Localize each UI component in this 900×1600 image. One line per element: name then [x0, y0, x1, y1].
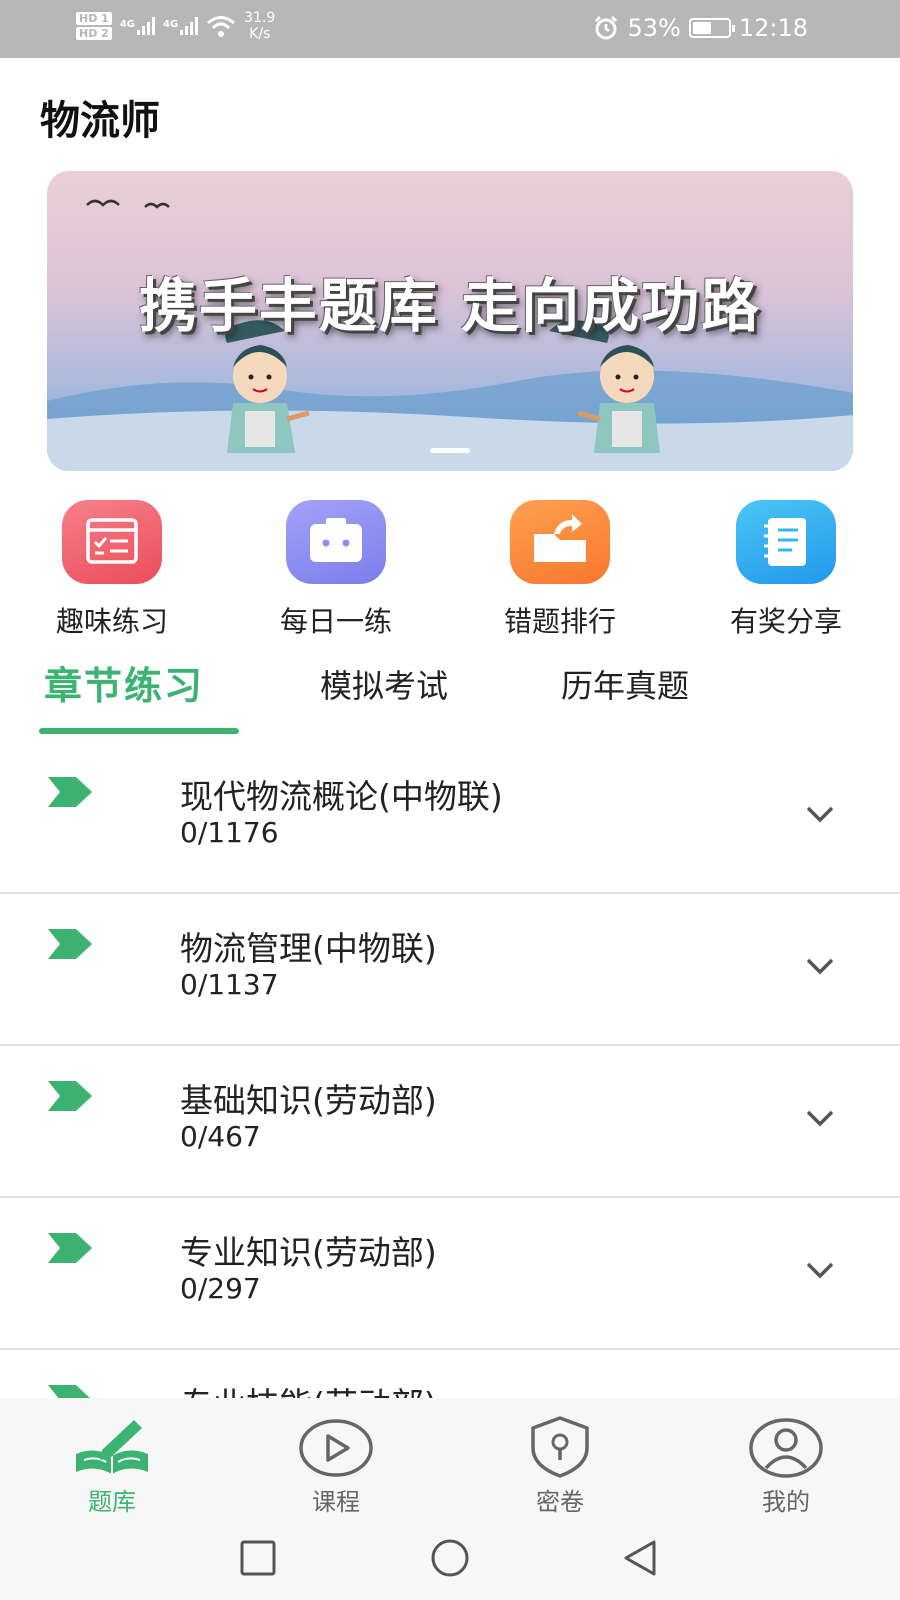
chapter-marker-icon [48, 929, 92, 959]
system-nav-bar [0, 1516, 900, 1600]
recents-square-icon[interactable] [236, 1536, 280, 1580]
chevron-down-icon[interactable] [800, 1250, 840, 1290]
play-circle-icon [299, 1419, 373, 1477]
quick-action-fun-practice[interactable]: 趣味练习 [22, 500, 202, 640]
briefcase-icon [286, 500, 386, 584]
nav-label: 我的 [762, 1488, 810, 1516]
signal-icon: 4G [120, 17, 155, 35]
user-circle-icon [749, 1418, 823, 1478]
chapter-list[interactable]: 现代物流概论(中物联) 0/1176 物流管理(中物联) 0/1137 基础知识… [0, 742, 900, 1398]
chapter-row[interactable]: 物流管理(中物联) 0/1137 [0, 894, 900, 1046]
network-speed-unit: K/s [249, 26, 271, 42]
shield-lock-icon [531, 1416, 589, 1478]
quick-action-daily-practice[interactable]: 每日一练 [246, 500, 426, 640]
practice-tabs: 章节练习 模拟考试 历年真题 [0, 655, 900, 735]
page-title: 物流师 [40, 98, 160, 144]
hd-badges: HD 1 HD 2 [76, 12, 112, 40]
status-left: HD 1 HD 2 4G 4G 31.9 K/s [76, 10, 275, 42]
status-bar: HD 1 HD 2 4G 4G 31.9 K/s 53% 12:18 [0, 0, 900, 58]
chevron-down-icon[interactable] [800, 1098, 840, 1138]
book-pen-icon [76, 1420, 148, 1474]
network-speed: 31.9 K/s [244, 10, 275, 42]
quick-action-reward-share[interactable]: 有奖分享 [696, 500, 876, 640]
banner-caption: 携手丰题库 走向成功路 [138, 272, 762, 340]
battery-icon [688, 18, 735, 38]
chapter-progress: 0/467 [180, 1120, 261, 1153]
signal-icon: 4G [163, 17, 199, 35]
active-tab-indicator [39, 728, 239, 734]
chapter-row[interactable]: 现代物流概论(中物联) 0/1176 [0, 742, 900, 894]
network-type-label: 4G [163, 19, 179, 30]
banner-page-indicator[interactable] [430, 448, 470, 453]
tab-mock-exam[interactable]: 模拟考试 [320, 661, 448, 707]
chapter-progress: 0/297 [180, 1272, 261, 1305]
chapter-title: 专业技能(劳动部) [180, 1378, 437, 1398]
chapter-progress: 0/1137 [180, 968, 279, 1001]
chevron-down-icon[interactable] [800, 794, 840, 834]
nav-label: 课程 [312, 1488, 360, 1516]
quick-action-label: 错题排行 [503, 605, 616, 638]
chapter-marker-icon [48, 1081, 92, 1111]
chapter-marker-icon [48, 777, 92, 807]
chapter-row[interactable]: 专业技能(劳动部) [0, 1350, 900, 1398]
clock: 12:18 [738, 14, 808, 42]
quick-action-mistake-ranking[interactable]: 错题排行 [470, 500, 650, 640]
network-type-label: 4G [119, 19, 135, 30]
hd-badge-2: HD 2 [76, 27, 112, 40]
alarm-icon [595, 15, 618, 40]
tab-chapter-practice[interactable]: 章节练习 [44, 655, 204, 710]
wifi-icon [207, 16, 236, 37]
nav-question-bank[interactable]: 题库 [22, 1410, 202, 1517]
quick-actions: 趣味练习 每日一练 错题排行 有奖分享 [0, 500, 900, 640]
hd-badge-1: HD 1 [76, 12, 112, 25]
back-triangle-icon[interactable] [618, 1536, 662, 1580]
quick-action-label: 趣味练习 [55, 605, 168, 638]
nav-label: 密卷 [536, 1488, 584, 1516]
quick-action-label: 有奖分享 [729, 605, 842, 638]
folder-share-icon [510, 500, 610, 584]
nav-label: 题库 [88, 1488, 136, 1516]
chapter-row[interactable]: 基础知识(劳动部) 0/467 [0, 1046, 900, 1198]
nav-profile[interactable]: 我的 [696, 1410, 876, 1517]
chapter-title: 物流管理(中物联) [180, 929, 437, 968]
quick-action-label: 每日一练 [279, 605, 392, 638]
chapter-marker-icon [48, 1385, 90, 1398]
chapter-row[interactable]: 专业知识(劳动部) 0/297 [0, 1198, 900, 1350]
status-right: 53% 12:18 [593, 14, 808, 42]
tab-past-exams[interactable]: 历年真题 [561, 661, 689, 707]
chapter-marker-icon [48, 1233, 92, 1263]
battery-level [692, 22, 711, 34]
battery-percent: 53% [627, 14, 681, 42]
nav-courses[interactable]: 课程 [246, 1410, 426, 1517]
notebook-icon [736, 500, 836, 584]
bottom-nav: 题库 课程 密卷 我的 [0, 1398, 900, 1516]
checklist-icon [62, 500, 162, 584]
chapter-title: 现代物流概论(中物联) [180, 777, 503, 816]
chevron-down-icon[interactable] [800, 946, 840, 986]
chapter-title: 专业知识(劳动部) [180, 1233, 437, 1272]
home-circle-icon[interactable] [428, 1536, 472, 1580]
nav-secret-papers[interactable]: 密卷 [470, 1410, 650, 1517]
chapter-progress: 0/1176 [180, 816, 279, 849]
network-speed-value: 31.9 [244, 10, 276, 26]
promo-banner[interactable]: 携手丰题库 走向成功路 [47, 171, 853, 471]
chapter-title: 基础知识(劳动部) [180, 1081, 437, 1120]
